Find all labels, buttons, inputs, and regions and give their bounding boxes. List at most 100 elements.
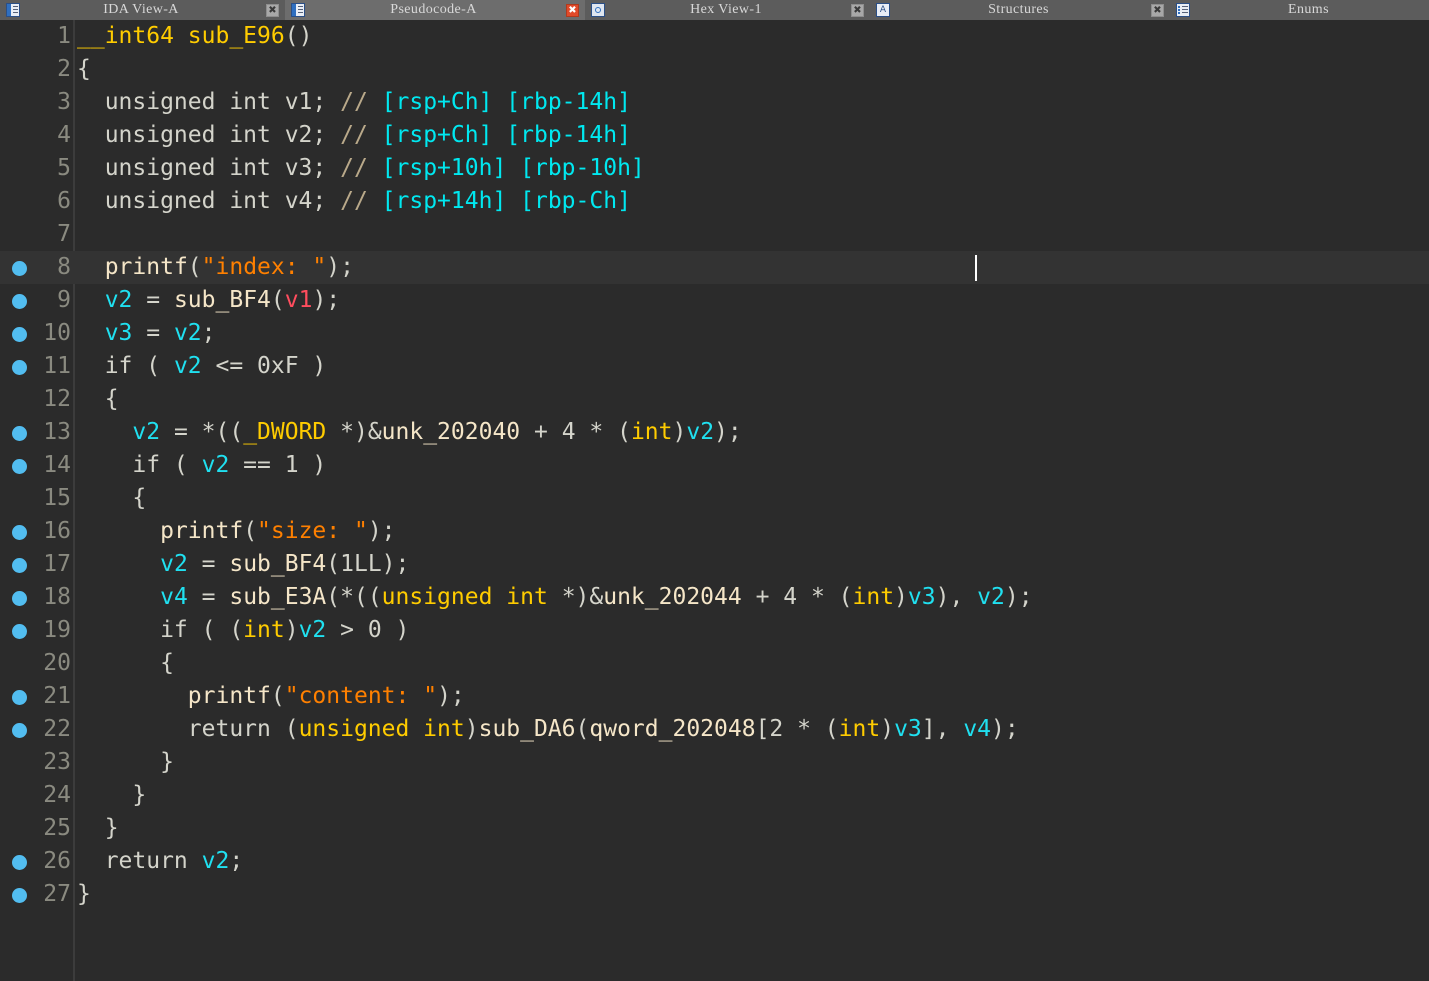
tab-enums[interactable]: Enums [1170, 0, 1429, 20]
line-source: v3 = v2; [77, 317, 216, 350]
code-line[interactable]: 1 __int64 sub_E96() [0, 20, 1429, 53]
code-line[interactable]: 23 } [0, 746, 1429, 779]
token-var: v3 [104, 320, 133, 346]
token-loc: [rsp+10h] [rbp-10h] [381, 155, 645, 181]
line-number: 27 [43, 881, 71, 907]
code-line[interactable]: 26 return v2; [0, 845, 1429, 878]
token-pln: ], [921, 716, 964, 742]
line-number: 17 [43, 551, 71, 577]
code-line[interactable]: 3 unsigned int v1; // [rsp+Ch] [rbp-14h] [0, 86, 1429, 119]
token-cmt: // [340, 155, 368, 181]
code-line[interactable]: 4 unsigned int v2; // [rsp+Ch] [rbp-14h] [0, 119, 1429, 152]
code-line[interactable]: 5 unsigned int v3; // [rsp+10h] [rbp-10h… [0, 152, 1429, 185]
line-source: } [77, 812, 119, 845]
code-line[interactable]: 2{ [0, 53, 1429, 86]
token-str: "size: " [257, 518, 368, 544]
token-kw: _DWORD [243, 419, 327, 445]
line-number: 20 [43, 650, 71, 676]
code-line[interactable]: 11 if ( v2 <= 0xF ) [0, 350, 1429, 383]
code-line[interactable]: 7 [0, 218, 1429, 251]
line-source: printf("index: "); [77, 251, 354, 284]
token-pln [77, 584, 160, 610]
code-line[interactable]: 19 if ( (int)v2 > 0 ) [0, 614, 1429, 647]
code-line[interactable]: 12 { [0, 383, 1429, 416]
code-line[interactable]: 24 } [0, 779, 1429, 812]
code-line[interactable]: 21 printf("content: "); [0, 680, 1429, 713]
code-line[interactable]: 17 v2 = sub_BF4(1LL); [0, 548, 1429, 581]
line-number: 8 [57, 254, 71, 280]
code-line[interactable]: 18 v4 = sub_E3A(*((unsigned int *)&unk_2… [0, 581, 1429, 614]
token-pln: ) [464, 716, 479, 742]
token-pln: ; [201, 320, 216, 346]
code-line[interactable]: 16 printf("size: "); [0, 515, 1429, 548]
tab-structures[interactable]: A Structures ✖ [870, 0, 1170, 20]
tab-bar[interactable]: IDA View-A ✖ Pseudocode-A ✖ Hex View-1 ✖ A Stru… [0, 0, 1429, 20]
token-kw: __int64 [77, 23, 174, 49]
line-number: 16 [43, 518, 71, 544]
code-line[interactable]: 25 } [0, 812, 1429, 845]
token-var: v2 [686, 419, 715, 445]
close-icon[interactable]: ✖ [566, 3, 579, 17]
token-pln: = [187, 551, 230, 577]
line-number: 19 [43, 617, 71, 643]
line-source: { [77, 647, 174, 680]
structures-icon: A [876, 3, 890, 17]
token-pln: if ( [77, 452, 202, 478]
token-cmt: // [340, 89, 368, 115]
token-pln: ( [270, 683, 285, 709]
token-pln [368, 122, 382, 148]
line-source: if ( (int)v2 > 0 ) [77, 614, 409, 647]
token-pln: { [77, 56, 91, 82]
line-number: 5 [57, 155, 71, 181]
code-line[interactable]: 20 { [0, 647, 1429, 680]
tab-label: Pseudocode-A [390, 2, 477, 17]
code-line[interactable]: 13 v2 = *((_DWORD *)&unk_202040 + 4 * (i… [0, 416, 1429, 449]
line-number: 13 [43, 419, 71, 445]
close-icon[interactable]: ✖ [851, 3, 864, 17]
token-var: v2 [298, 617, 327, 643]
document-icon [6, 3, 20, 17]
tab-ida-view-a[interactable]: IDA View-A ✖ [0, 0, 285, 20]
code-line[interactable]: 14 if ( v2 == 1 ) [0, 449, 1429, 482]
line-number: 23 [43, 749, 71, 775]
tab-hex-view-1[interactable]: Hex View-1 ✖ [585, 0, 870, 20]
code-line[interactable]: 27} [0, 878, 1429, 911]
code-line[interactable]: 6 unsigned int v4; // [rsp+14h] [rbp-Ch] [0, 185, 1429, 218]
line-number: 24 [43, 782, 71, 808]
code-line[interactable]: 10 v3 = v2; [0, 317, 1429, 350]
token-var: v2 [201, 452, 230, 478]
line-source: { [77, 53, 91, 86]
token-pln: if ( [77, 353, 174, 379]
close-icon[interactable]: ✖ [1151, 3, 1164, 17]
token-pln: unsigned int v1; [77, 89, 341, 115]
token-var: v2 [201, 848, 230, 874]
tab-pseudocode-a[interactable]: Pseudocode-A ✖ [285, 0, 585, 20]
code-line[interactable]: 22 return (unsigned int)sub_DA6(qword_20… [0, 713, 1429, 746]
line-source: { [77, 482, 146, 515]
token-pln: unsigned int v2; [77, 122, 341, 148]
line-source: } [77, 779, 146, 812]
token-pln: { [77, 485, 147, 511]
code-line[interactable]: 8 printf("index: "); [0, 251, 1429, 284]
token-pln: ); [1004, 584, 1033, 610]
code-line[interactable]: 15 { [0, 482, 1429, 515]
line-source: unsigned int v3; // [rsp+10h] [rbp-10h] [77, 152, 645, 185]
token-pln [77, 320, 105, 346]
token-pln: (*(( [326, 584, 382, 610]
token-var: v2 [173, 320, 202, 346]
close-icon[interactable]: ✖ [266, 3, 279, 17]
token-pln: *)& [547, 584, 604, 610]
token-var: v3 [907, 584, 936, 610]
line-source: v2 = sub_BF4(1LL); [77, 548, 409, 581]
token-fn: sub_E3A [229, 584, 327, 610]
token-glob: unk_202040 [381, 419, 521, 445]
line-number: 18 [43, 584, 71, 610]
pseudocode-editor[interactable]: 1 __int64 sub_E96() 2{3 unsigned int v1; /… [0, 20, 1429, 981]
code-line[interactable]: 9 v2 = sub_BF4(v1); [0, 284, 1429, 317]
token-pln: ( [575, 716, 590, 742]
token-pln: ); [991, 716, 1019, 742]
line-number: 4 [57, 122, 71, 148]
token-pln [77, 518, 160, 544]
token-pln: ); [312, 287, 341, 313]
code-area[interactable]: 1 __int64 sub_E96() 2{3 unsigned int v1; /… [0, 20, 1429, 911]
